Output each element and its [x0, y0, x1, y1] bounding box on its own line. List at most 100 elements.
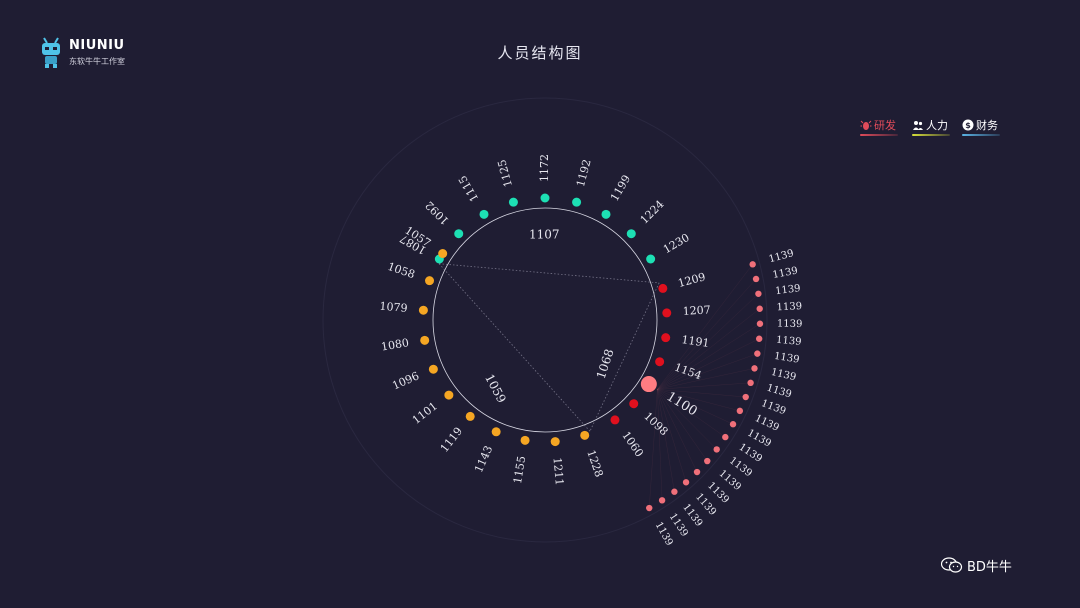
node-1211[interactable] — [550, 437, 560, 447]
outer-node[interactable] — [747, 379, 754, 387]
outer-node-label: 1139 — [770, 367, 797, 383]
outer-node[interactable] — [755, 290, 762, 297]
node-1101[interactable] — [444, 390, 454, 400]
outer-node[interactable] — [713, 446, 720, 453]
outer-node-label: 1139 — [772, 265, 799, 281]
outer-node[interactable] — [752, 275, 760, 283]
legend-label: 财务 — [976, 119, 998, 132]
node-1172[interactable] — [540, 193, 550, 203]
outer-node[interactable] — [749, 261, 756, 268]
outer-node[interactable] — [722, 433, 729, 441]
outer-node-label: 1139 — [773, 351, 800, 366]
node-1080[interactable] — [420, 335, 430, 345]
branch-link — [657, 308, 760, 390]
node-label: 1211 — [551, 457, 566, 486]
node-label: 1209 — [676, 270, 706, 290]
node-label: 1080 — [380, 336, 410, 353]
coin-icon: $ — [962, 119, 974, 131]
legend-underline — [912, 134, 950, 136]
legend-label: 人力 — [926, 119, 948, 132]
node-1098[interactable] — [629, 399, 639, 409]
node-label: 1115 — [456, 173, 481, 204]
outer-node[interactable] — [756, 320, 764, 327]
node-label: 1191 — [681, 333, 711, 350]
node-1100[interactable] — [640, 376, 657, 393]
node-label: 1125 — [495, 158, 515, 188]
node-1199[interactable] — [601, 209, 611, 219]
wechat-icon — [941, 557, 963, 573]
node-1058[interactable] — [425, 276, 435, 286]
node-1191[interactable] — [661, 333, 671, 343]
node-label: 1230 — [661, 231, 692, 256]
node-1119[interactable] — [465, 411, 475, 421]
branch-link — [657, 368, 755, 390]
node-1155[interactable] — [520, 435, 530, 445]
node-label: 1096 — [390, 369, 421, 392]
node-1096[interactable] — [428, 364, 438, 374]
branch-link — [657, 389, 663, 501]
node-1057[interactable] — [438, 249, 448, 259]
node-1207[interactable] — [662, 308, 672, 318]
node-label: 1207 — [682, 303, 711, 318]
outer-node[interactable] — [646, 504, 653, 512]
outer-node-label: 1139 — [775, 283, 802, 297]
legend-underline — [962, 134, 1000, 136]
node-label: 1098 — [641, 410, 670, 439]
outer-node[interactable] — [751, 365, 758, 372]
branch-link — [657, 389, 734, 425]
node-1224[interactable] — [626, 229, 636, 239]
node-1209[interactable] — [658, 283, 668, 293]
branch-link — [657, 278, 757, 390]
outer-node-label: 1139 — [776, 335, 802, 348]
node-1154[interactable] — [655, 357, 665, 367]
outer-node[interactable] — [704, 457, 711, 465]
node-label: 1058 — [386, 260, 417, 281]
node-1143[interactable] — [491, 427, 501, 437]
branch-link — [649, 389, 658, 509]
outer-node[interactable] — [729, 421, 737, 428]
node-label: 1101 — [410, 399, 440, 426]
node-label: 1155 — [511, 455, 528, 485]
node-label: 1060 — [619, 429, 646, 459]
node-label: 1154 — [673, 361, 704, 383]
node-1228[interactable] — [580, 430, 590, 440]
outer-node[interactable] — [742, 393, 749, 401]
outer-node-label: 1139 — [776, 301, 802, 313]
node-1192[interactable] — [572, 197, 582, 207]
outer-node-label: 1139 — [777, 319, 803, 330]
node-label: 1224 — [638, 198, 667, 227]
node-label: 1199 — [608, 173, 633, 204]
node-label: 1143 — [472, 444, 495, 475]
node-1060[interactable] — [610, 415, 620, 425]
outer-node-label: 1139 — [760, 398, 788, 417]
inner-ring — [432, 207, 658, 433]
node-1230[interactable] — [646, 254, 656, 264]
outer-node[interactable] — [755, 335, 763, 342]
outer-node[interactable] — [754, 350, 761, 357]
outer-node[interactable] — [736, 407, 744, 415]
group-label: 1068 — [594, 347, 617, 380]
node-label: 1192 — [574, 158, 594, 188]
node-label: 1228 — [584, 448, 605, 479]
legend-underline — [860, 134, 898, 136]
node-1092[interactable] — [454, 229, 464, 239]
watermark-text: BD牛牛 — [967, 560, 1012, 575]
people-icon — [913, 121, 923, 130]
outer-node[interactable] — [756, 305, 763, 312]
node-label: 1100 — [664, 389, 700, 419]
chord-link — [439, 263, 660, 284]
outer-node[interactable] — [671, 488, 678, 495]
outer-node[interactable] — [693, 468, 701, 476]
outer-node-label: 1139 — [765, 383, 793, 401]
svg-text:$: $ — [965, 121, 971, 130]
group-label: 1059 — [482, 372, 509, 406]
outer-node[interactable] — [682, 479, 690, 486]
branch-link — [657, 323, 761, 390]
outer-node[interactable] — [658, 497, 666, 504]
node-1115[interactable] — [479, 209, 489, 219]
node-1079[interactable] — [418, 305, 428, 315]
group-label: 1107 — [529, 228, 560, 242]
legend: 研发 人力 $ 财务 — [860, 117, 1010, 141]
node-label: 1172 — [538, 154, 551, 182]
node-1125[interactable] — [508, 197, 518, 207]
